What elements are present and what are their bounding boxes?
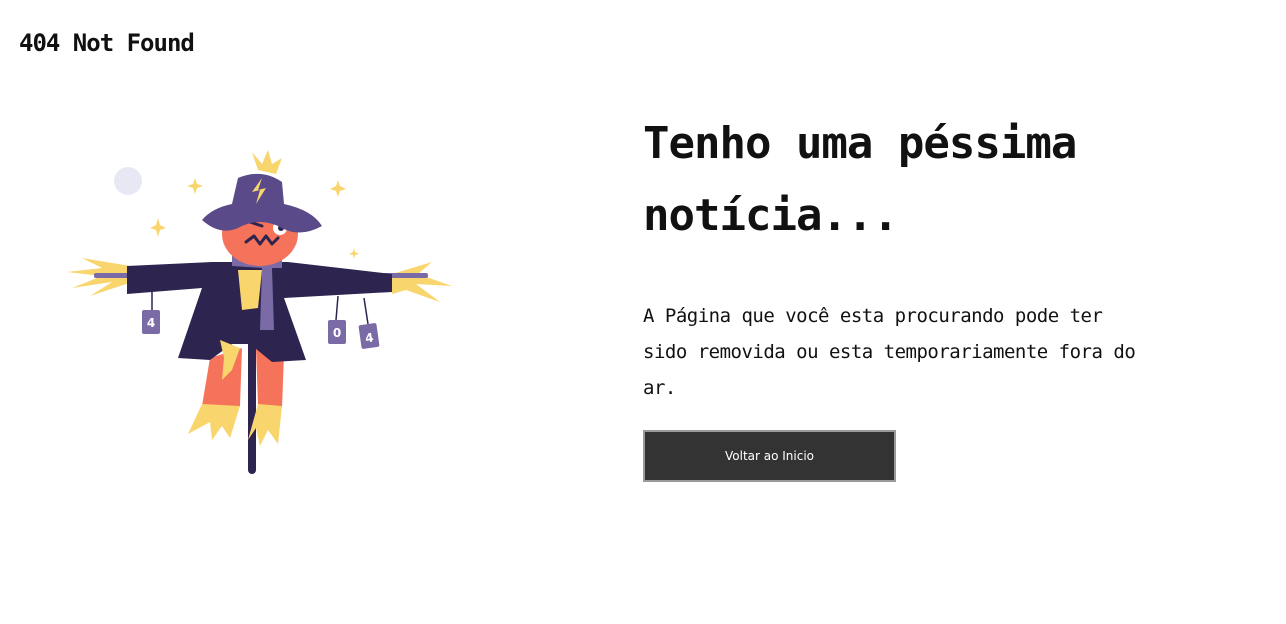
pole bbox=[248, 328, 256, 474]
page-title: 404 Not Found bbox=[19, 29, 195, 57]
error-content: Tenho uma péssima notícia... A Página qu… bbox=[643, 108, 1203, 406]
back-home-button[interactable]: Voltar ao Inicio bbox=[643, 430, 896, 482]
error-message: A Página que você esta procurando pode t… bbox=[643, 305, 1136, 399]
scarecrow-illustration: 4 0 4 bbox=[67, 150, 452, 474]
can-label: 4 bbox=[147, 316, 155, 330]
moon-icon bbox=[114, 167, 142, 195]
error-headline: Tenho uma péssima notícia... bbox=[643, 118, 1077, 241]
can-label: 0 bbox=[333, 326, 341, 340]
right-straw bbox=[392, 262, 452, 302]
